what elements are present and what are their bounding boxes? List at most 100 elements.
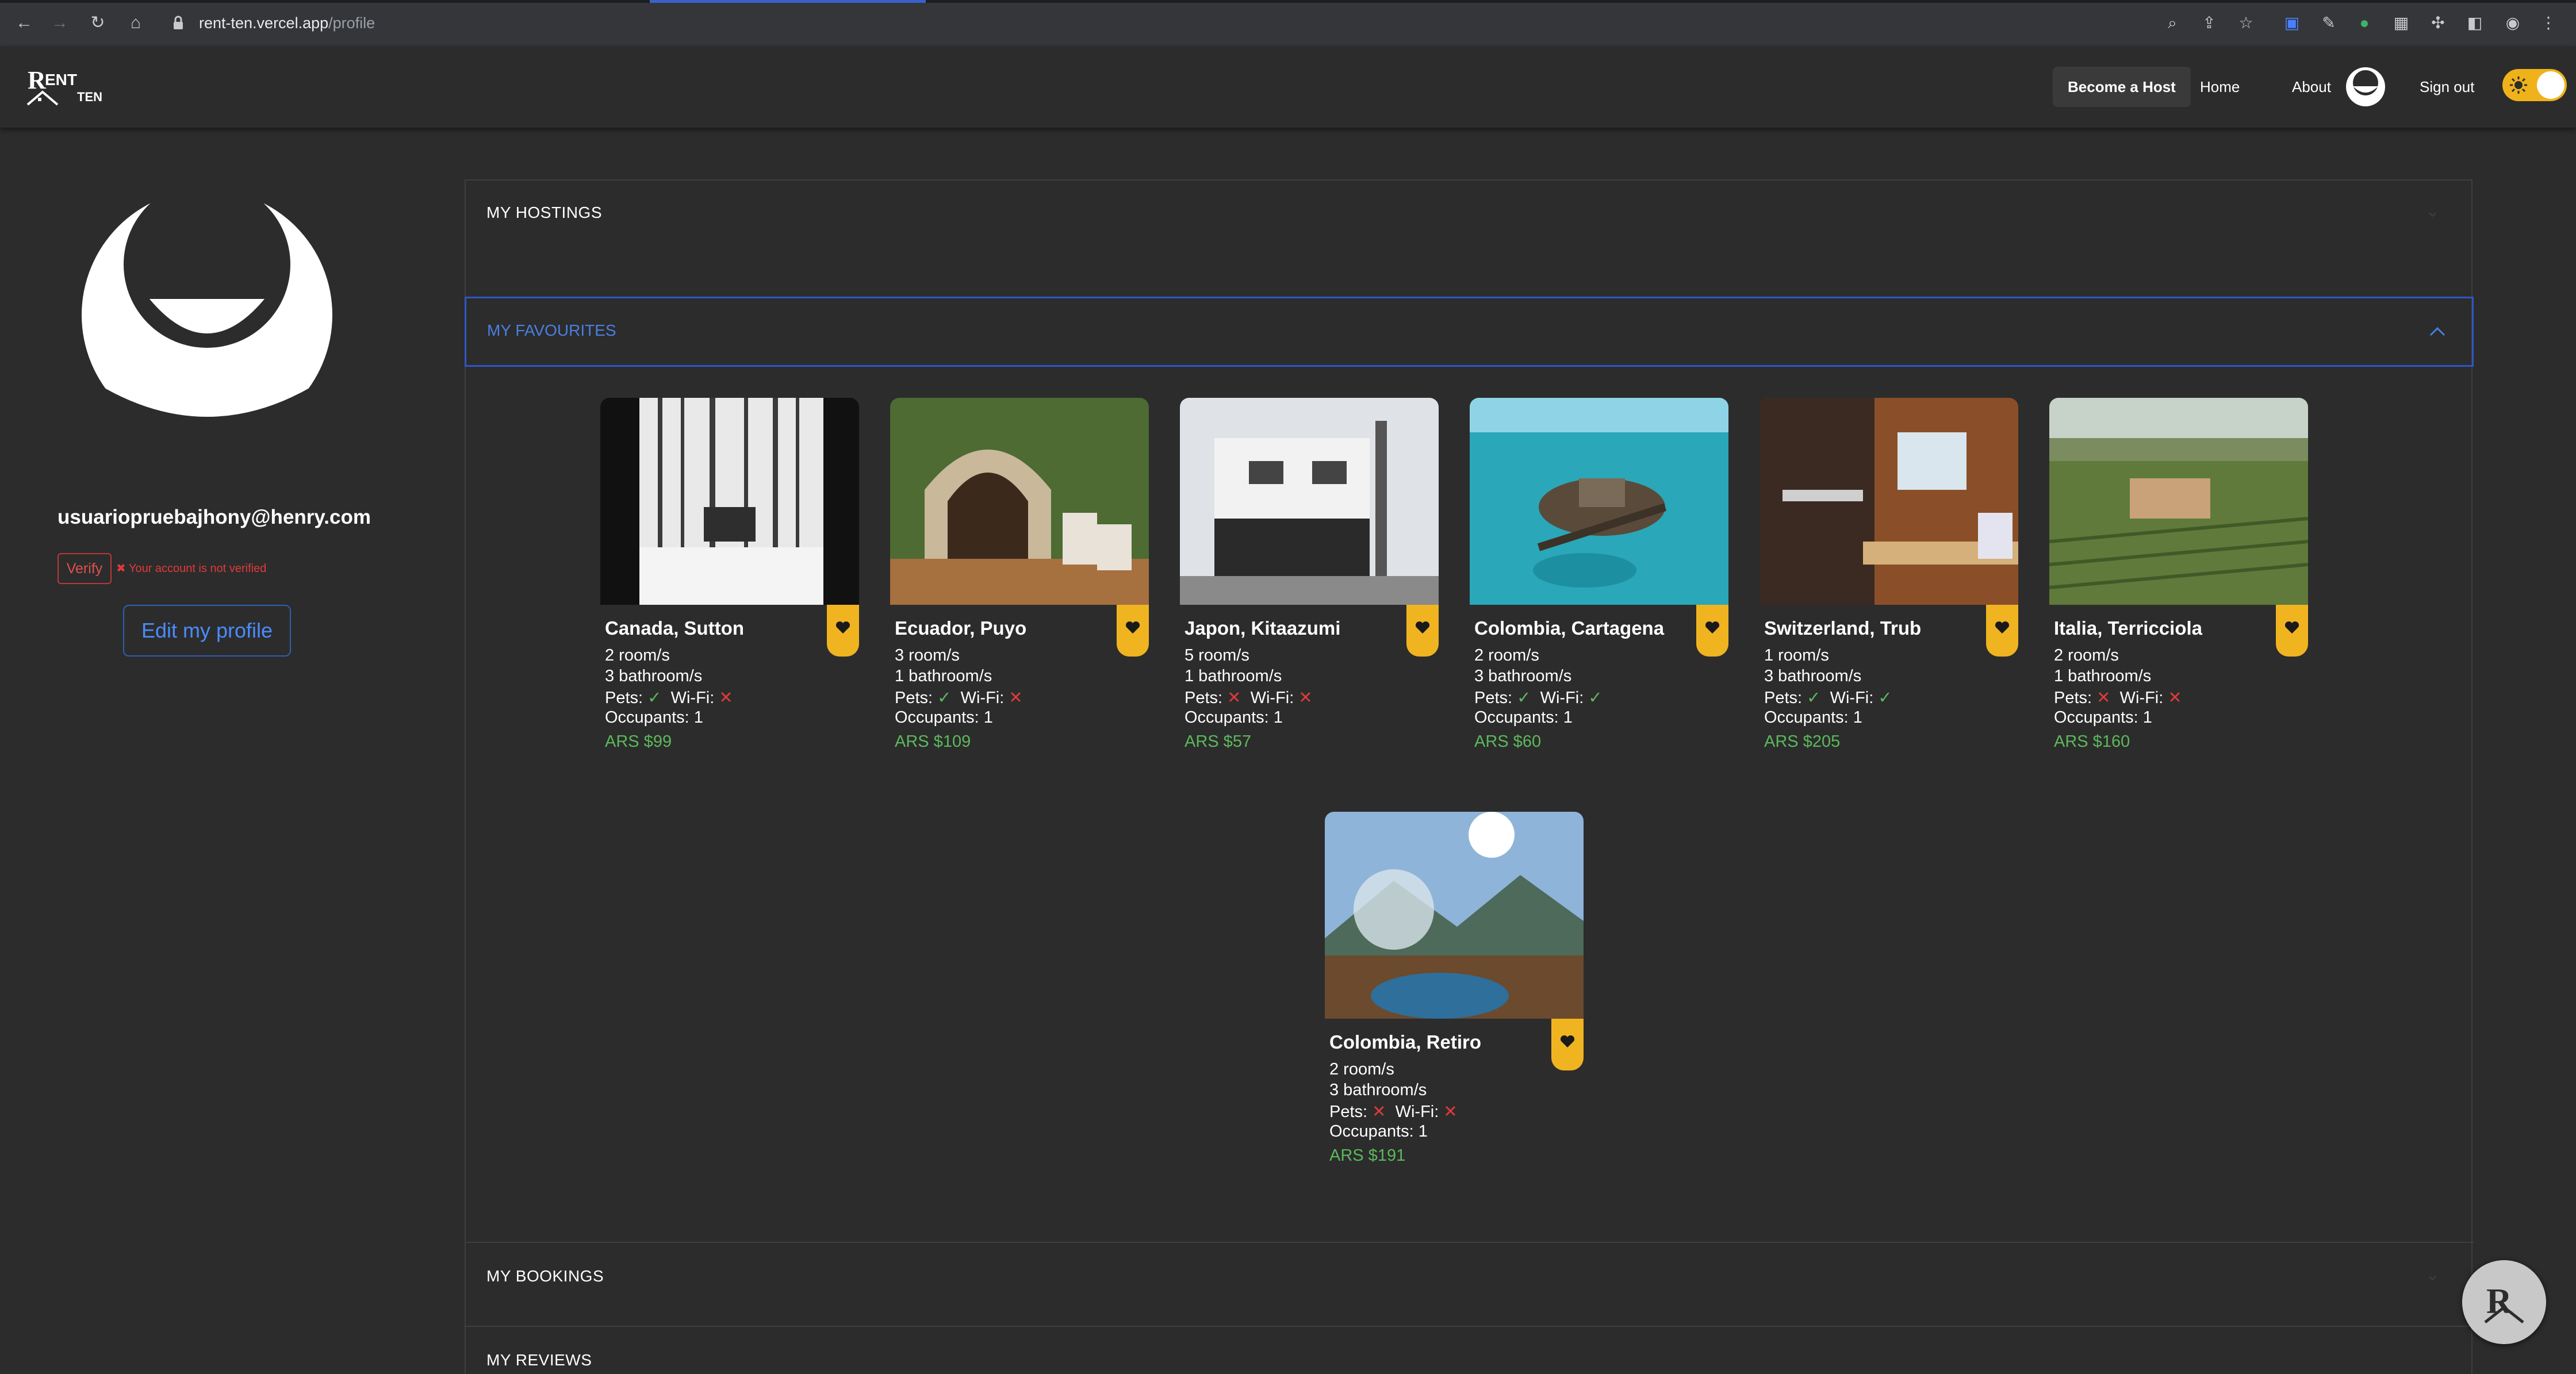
divider <box>466 1242 2474 1243</box>
become-host-button[interactable]: Become a Host <box>2053 67 2191 107</box>
share-icon[interactable]: ⇪ <box>2198 11 2221 34</box>
pets-label: Pets: <box>2054 689 2092 707</box>
favourite-toggle[interactable] <box>1117 605 1149 657</box>
url-host: rent-ten.vercel.app <box>199 14 329 32</box>
pets-label: Pets: <box>1329 1103 1368 1121</box>
property-photo[interactable] <box>2049 398 2308 605</box>
property-price: ARS $205 <box>1764 732 1841 751</box>
mountain-dome-image <box>1325 812 1584 1019</box>
favourite-card-italia-terricciola[interactable]: Italia, Terricciola 2 room/s 1 bathroom/… <box>2049 398 2308 766</box>
forward-icon[interactable]: → <box>48 11 71 34</box>
active-tab-indicator <box>650 0 926 3</box>
chevron-up-icon[interactable] <box>2426 320 2449 343</box>
floating-logo-button[interactable]: R <box>2462 1260 2546 1344</box>
pen-extension-icon[interactable]: ✎ <box>2317 11 2340 34</box>
rent-ten-logo[interactable]: R ENT TEN <box>25 64 117 109</box>
property-title: Ecuador, Puyo <box>895 617 1027 639</box>
property-rooms: 5 room/s <box>1184 646 1249 665</box>
property-occupants: Occupants: 1 <box>2054 708 2152 727</box>
pets-label: Pets: <box>1764 689 1803 707</box>
heart-icon <box>1705 621 1720 634</box>
wifi-value: ✕ <box>1443 1103 1458 1121</box>
verify-button[interactable]: Verify <box>57 553 112 584</box>
property-photo[interactable] <box>1470 398 1728 605</box>
app-navbar: R ENT TEN Become a Host Home About Sign … <box>0 46 2576 128</box>
heart-icon <box>1995 621 2010 634</box>
theme-toggle[interactable] <box>2502 69 2567 101</box>
favourite-toggle[interactable] <box>827 605 859 657</box>
favourite-card-switzerland-trub[interactable]: Switzerland, Trub 1 room/s 3 bathroom/s … <box>1759 398 2018 766</box>
favourite-toggle[interactable] <box>1551 1019 1584 1070</box>
property-title: Switzerland, Trub <box>1764 617 1922 639</box>
property-occupants: Occupants: 1 <box>605 708 703 727</box>
browser-profile-avatar[interactable]: ◉ <box>2501 11 2524 34</box>
verification-warning: ✖ Your account is not verified <box>116 562 267 575</box>
evernote-extension-icon[interactable]: ● <box>2353 11 2376 34</box>
sign-out-button[interactable]: Sign out <box>2405 67 2489 107</box>
puzzle-extensions-icon[interactable]: ✣ <box>2426 11 2450 34</box>
property-photo[interactable] <box>1325 812 1584 1019</box>
favourite-card-colombia-cartagena[interactable]: Colombia, Cartagena 2 room/s 3 bathroom/… <box>1470 398 1728 766</box>
property-photo[interactable] <box>600 398 859 605</box>
wifi-label: Wi-Fi: <box>1395 1103 1439 1121</box>
pets-value: ✕ <box>1227 689 1241 707</box>
home-icon[interactable]: ⌂ <box>124 11 147 34</box>
wifi-value: ✓ <box>1588 689 1603 707</box>
bookmark-star-icon[interactable]: ☆ <box>2234 11 2257 34</box>
wifi-label: Wi-Fi: <box>670 689 715 707</box>
translate-extension-icon[interactable]: ▣ <box>2280 11 2303 34</box>
accordion-my-favourites[interactable]: MY FAVOURITES <box>465 297 2474 367</box>
zoom-icon[interactable]: ⌕ <box>2161 11 2184 34</box>
favourite-card-ecuador-puyo[interactable]: Ecuador, Puyo 3 room/s 1 bathroom/s Pets… <box>890 398 1149 766</box>
property-amenities: Pets: ✓ Wi-Fi: ✓ <box>1764 688 1892 708</box>
property-bathrooms: 1 bathroom/s <box>895 667 992 685</box>
pets-value: ✕ <box>2096 689 2111 707</box>
arched-patio-image <box>890 398 1149 605</box>
svg-text:R: R <box>28 66 47 94</box>
property-amenities: Pets: ✓ Wi-Fi: ✕ <box>895 688 1023 708</box>
property-price: ARS $57 <box>1184 732 1252 751</box>
wifi-label: Wi-Fi: <box>960 689 1005 707</box>
favourite-toggle[interactable] <box>1986 605 2018 657</box>
property-photo[interactable] <box>890 398 1149 605</box>
profile-email: usuariopruebajhony@henry.com <box>57 506 371 528</box>
property-occupants: Occupants: 1 <box>1764 708 1862 727</box>
property-rooms: 2 room/s <box>2054 646 2119 665</box>
tab-strip <box>0 0 2576 3</box>
property-bathrooms: 3 bathroom/s <box>1764 667 1862 685</box>
address-bar[interactable]: rent-ten.vercel.app/profile <box>199 11 375 34</box>
user-avatar[interactable] <box>2343 67 2389 107</box>
grid-extension-icon[interactable]: ▦ <box>2390 11 2413 34</box>
property-photo[interactable] <box>1759 398 2018 605</box>
wifi-value: ✓ <box>1878 689 1892 707</box>
sidebar-icon[interactable]: ◧ <box>2463 11 2486 34</box>
accordion-my-hostings[interactable]: MY HOSTINGS <box>486 204 602 222</box>
back-icon[interactable]: ← <box>13 11 36 34</box>
nav-home-link[interactable]: Home <box>2185 67 2255 107</box>
reload-icon[interactable]: ↻ <box>86 11 109 34</box>
favourite-card-japon-kitaazumi[interactable]: Japon, Kitaazumi 5 room/s 1 bathroom/s P… <box>1180 398 1439 766</box>
chevron-down-icon[interactable]: ⌄ <box>2425 1265 2448 1288</box>
favourite-toggle[interactable] <box>2276 605 2308 657</box>
pets-label: Pets: <box>605 689 643 707</box>
favourite-card-canada-sutton[interactable]: Canada, Sutton 2 room/s 3 bathroom/s Pet… <box>600 398 859 766</box>
property-price: ARS $191 <box>1329 1146 1406 1165</box>
property-title: Japon, Kitaazumi <box>1184 617 1341 639</box>
nav-about-link[interactable]: About <box>2277 67 2346 107</box>
more-menu-icon[interactable]: ⋮ <box>2537 11 2560 34</box>
heart-icon <box>2284 621 2299 634</box>
property-photo[interactable] <box>1180 398 1439 605</box>
chevron-down-icon[interactable]: ⌄ <box>2425 201 2448 224</box>
favourite-toggle[interactable] <box>1696 605 1728 657</box>
accordion-my-reviews[interactable]: MY REVIEWS <box>486 1351 592 1369</box>
property-amenities: Pets: ✓ Wi-Fi: ✓ <box>1474 688 1603 708</box>
favourite-toggle[interactable] <box>1406 605 1439 657</box>
wifi-label: Wi-Fi: <box>1830 689 1874 707</box>
property-occupants: Occupants: 1 <box>1474 708 1573 727</box>
svg-text:TEN: TEN <box>77 90 102 104</box>
accordion-my-bookings[interactable]: MY BOOKINGS <box>486 1267 604 1285</box>
favourite-card-colombia-retiro[interactable]: Colombia, Retiro 2 room/s 3 bathroom/s P… <box>1325 812 1584 1180</box>
property-title: Colombia, Cartagena <box>1474 617 1665 639</box>
edit-profile-button[interactable]: Edit my profile <box>123 605 291 657</box>
property-occupants: Occupants: 1 <box>895 708 993 727</box>
